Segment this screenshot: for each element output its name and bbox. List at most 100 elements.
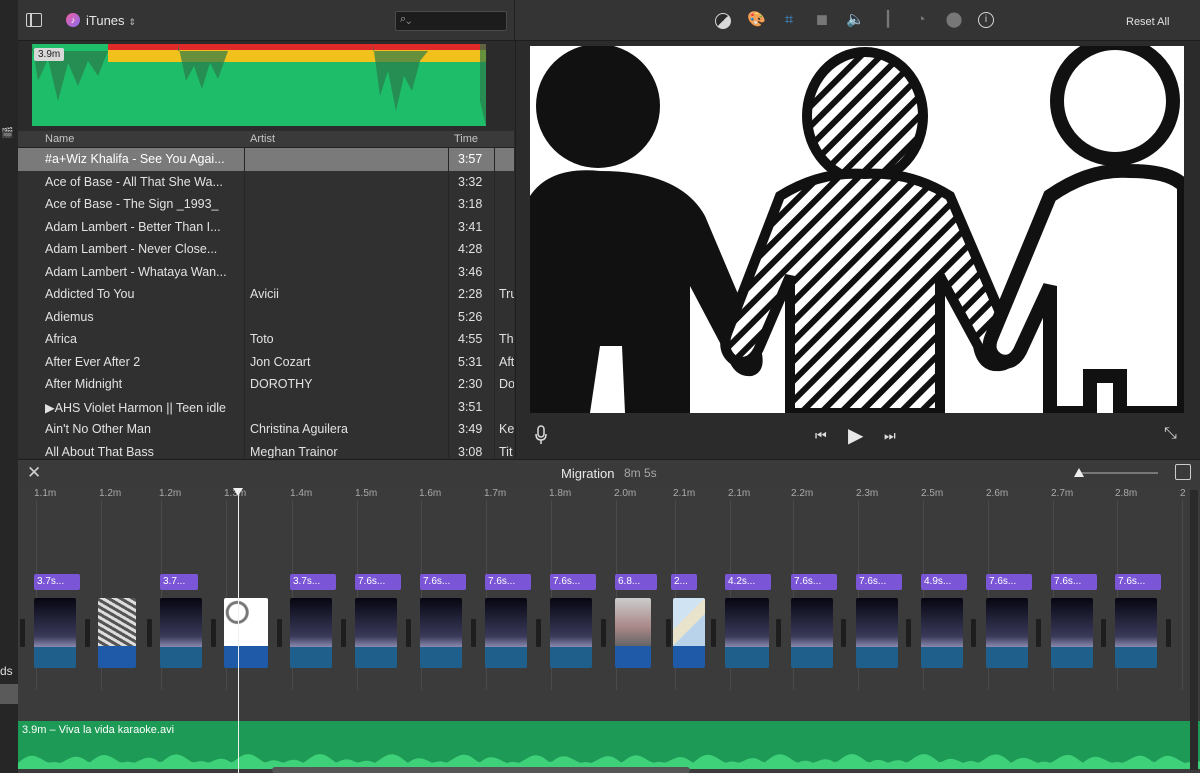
playhead-handle[interactable] [233,488,243,496]
equalizer-icon[interactable]: ┃ [879,11,897,29]
table-row[interactable]: Adam Lambert - Whataya Wan... 3:46 [18,261,514,284]
transition[interactable] [666,619,671,647]
video-clip[interactable] [986,598,1028,668]
transition[interactable] [341,619,346,647]
title-clip[interactable]: 4.2s... [725,574,771,590]
clip-appearance-icon[interactable] [1175,464,1191,480]
transition[interactable] [211,619,216,647]
transition[interactable] [536,619,541,647]
video-clip[interactable] [921,598,963,668]
transition[interactable] [147,619,152,647]
photo-clip[interactable] [224,598,268,668]
edge-bar[interactable] [0,684,18,704]
video-clip[interactable] [290,598,332,668]
transition[interactable] [1036,619,1041,647]
sidebar-toggle-icon[interactable] [26,13,42,27]
column-header-artist[interactable]: Artist [250,133,275,145]
transition[interactable] [841,619,846,647]
title-clip[interactable]: 3.7s... [34,574,80,590]
playhead[interactable] [238,488,239,773]
table-row[interactable]: After Midnight DOROTHY 2:30 Do [18,373,514,396]
transition[interactable] [711,619,716,647]
transition[interactable] [776,619,781,647]
color-correction-icon[interactable]: 🎨 [747,11,766,29]
table-row[interactable]: #a+Wiz Khalifa - See You Agai... 3:57 [18,148,514,171]
table-row[interactable]: Adam Lambert - Never Close... 4:28 [18,238,514,261]
title-clip[interactable]: 4.9s... [921,574,967,590]
column-header-name[interactable]: Name [45,133,74,145]
timeline-scrollbar[interactable] [272,767,690,773]
photo-clip[interactable] [98,598,136,668]
title-clip[interactable]: 7.6s... [986,574,1032,590]
volume-icon[interactable]: 🔈 [846,11,865,29]
video-clip[interactable] [856,598,898,668]
title-clip[interactable]: 2... [671,574,697,590]
title-clip[interactable]: 7.6s... [1051,574,1097,590]
fullscreen-icon[interactable]: ⤡ [1164,425,1177,443]
crop-icon[interactable]: ⌗ [780,11,798,29]
video-clip[interactable] [1115,598,1157,668]
transition[interactable] [906,619,911,647]
audio-overview[interactable]: 3.9m [18,41,496,131]
table-row[interactable]: Adam Lambert - Better Than I... 3:41 [18,216,514,239]
library-select[interactable]: iTunes ⇕ [86,13,136,28]
table-row[interactable]: Ace of Base - The Sign _1993_ 3:18 [18,193,514,216]
video-clip[interactable] [791,598,833,668]
video-clip[interactable] [160,598,202,668]
title-clip[interactable]: 7.6s... [1115,574,1161,590]
title-clip[interactable]: 7.6s... [550,574,596,590]
table-row[interactable]: Addicted To You Avicii 2:28 Tru [18,283,514,306]
video-clip[interactable] [725,598,769,668]
stabilization-icon[interactable]: ◼ [813,11,831,29]
table-row[interactable]: Adiemus 5:26 [18,306,514,329]
table-row[interactable]: Africa Toto 4:55 Th [18,328,514,351]
title-clip[interactable]: 3.7s... [290,574,336,590]
title-clip[interactable]: 3.7... [160,574,198,590]
play-icon[interactable]: ▶ [848,423,863,448]
video-clip[interactable] [34,598,76,668]
background-music-track[interactable]: 3.9m – Viva la vida karaoke.avi [18,721,1200,769]
zoom-slider[interactable] [1078,472,1158,474]
clip-filter-icon[interactable]: ⬤ [945,11,963,29]
table-row[interactable]: ▶AHS Violet Harmon || Teen idle 3:51 [18,396,514,419]
table-row[interactable]: Ace of Base - All That She Wa... 3:32 [18,171,514,194]
video-clip[interactable] [355,598,397,668]
transition[interactable] [1166,619,1171,647]
transition[interactable] [471,619,476,647]
video-clip[interactable] [1051,598,1093,668]
transition[interactable] [277,619,282,647]
transition[interactable] [20,619,25,647]
previous-icon[interactable]: ⏮ [815,428,827,444]
title-clip[interactable]: 7.6s... [420,574,466,590]
title-clip[interactable]: 6.8... [615,574,657,590]
info-icon[interactable]: i [978,12,994,28]
title-clip[interactable]: 7.6s... [856,574,902,590]
reset-all-button[interactable]: Reset All [1126,16,1169,28]
video-viewer[interactable] [530,46,1184,413]
video-clip[interactable] [550,598,592,668]
table-row[interactable]: All About That Bass Meghan Trainor 3:08 Tit [18,441,514,459]
close-icon[interactable]: ✕ [27,463,41,483]
transition[interactable] [85,619,90,647]
next-icon[interactable]: ⏭ [884,428,896,444]
title-clip[interactable]: 7.6s... [355,574,401,590]
transition[interactable] [406,619,411,647]
speed-icon[interactable]: ◔ [912,11,930,29]
timeline-scrollbar-vertical[interactable] [1190,490,1198,770]
zoom-slider-knob[interactable] [1074,468,1084,477]
column-header-time[interactable]: Time [454,133,478,145]
transition[interactable] [971,619,976,647]
title-clip[interactable]: 7.6s... [485,574,531,590]
transition[interactable] [601,619,606,647]
table-row[interactable]: After Ever After 2 Jon Cozart 5:31 Aft [18,351,514,374]
photo-clip[interactable] [615,598,651,668]
title-clip[interactable]: 7.6s... [791,574,837,590]
color-balance-icon[interactable] [715,13,731,29]
search-input[interactable]: ⌕⌄ [395,11,507,31]
video-clip[interactable] [420,598,462,668]
photo-clip[interactable] [673,598,705,668]
microphone-icon[interactable] [535,425,547,445]
transition[interactable] [1101,619,1106,647]
table-row[interactable]: Ain't No Other Man Christina Aguilera 3:49… [18,418,514,441]
video-clip[interactable] [485,598,527,668]
